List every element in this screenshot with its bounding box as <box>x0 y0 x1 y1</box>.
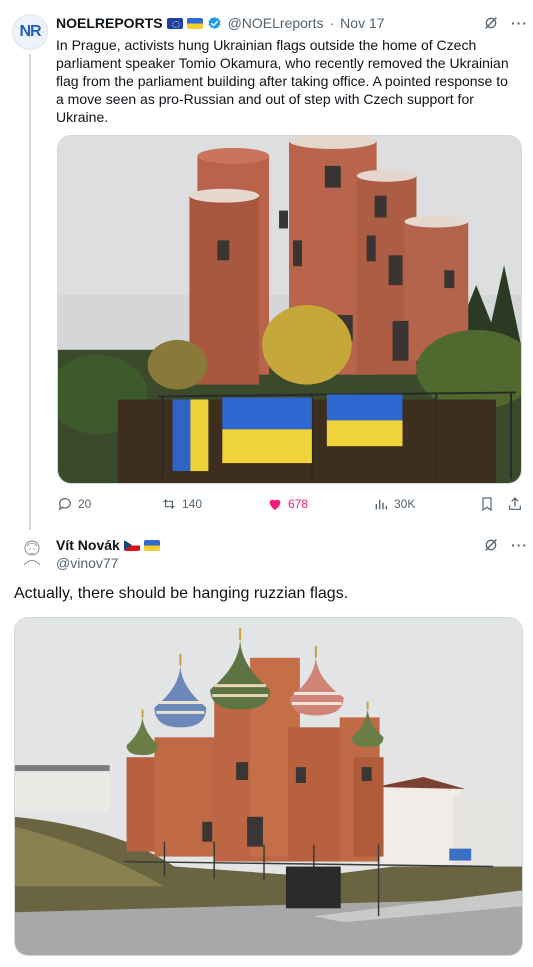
reply-button[interactable]: 20 <box>57 496 91 512</box>
reply-header: Vít Novák <box>56 536 160 554</box>
ukraine-flag-center <box>222 397 312 464</box>
photo-brick-house-with-ukrainian-flags-icon <box>58 136 521 483</box>
avatar[interactable]: NR <box>12 14 48 50</box>
views-button[interactable]: 30K <box>373 496 415 512</box>
views-count: 30K <box>394 497 416 511</box>
share-button[interactable] <box>507 496 523 512</box>
grok-icon[interactable] <box>483 15 499 31</box>
bookmark-icon <box>482 497 492 512</box>
reply-text: Actually, there should be hanging ruzzia… <box>14 585 349 602</box>
repost-button[interactable]: 140 <box>161 496 202 512</box>
avatar[interactable] <box>18 536 46 566</box>
avatar-text: NR <box>19 23 41 40</box>
like-button[interactable]: 678 <box>267 496 308 512</box>
repost-icon <box>163 499 175 509</box>
ukraine-flag-right <box>326 394 403 447</box>
separator: · <box>329 15 335 31</box>
grok-icon[interactable] <box>483 537 499 553</box>
heart-icon <box>269 499 281 510</box>
reply-header-actions: ··· <box>483 537 528 553</box>
reply-media-photo[interactable] <box>14 617 523 956</box>
eu-flag-icon <box>166 17 183 29</box>
tweet-header: NOELREPORTS @NOELreports · Nov 17 <box>56 14 385 32</box>
views-icon <box>375 500 387 510</box>
tweet-media-photo[interactable] <box>57 135 522 484</box>
tweet-actions-bar: 20 140 678 30K <box>57 496 527 516</box>
more-options-button[interactable]: ··· <box>511 15 528 31</box>
like-count: 678 <box>288 497 309 511</box>
display-name[interactable]: NOELREPORTS <box>56 15 163 31</box>
ukraine-flag-icon <box>143 539 160 551</box>
bookmark-button[interactable] <box>479 496 495 512</box>
photo-brick-house-with-onion-domes-icon <box>15 618 522 955</box>
handle[interactable]: @NOELreports <box>228 15 324 31</box>
share-icon <box>509 497 521 510</box>
ukraine-flag-icon <box>186 17 203 29</box>
thread-line <box>29 54 31 530</box>
more-options-button[interactable]: ··· <box>511 537 528 553</box>
reply-count: 20 <box>78 497 92 511</box>
czech-flag-icon <box>123 539 140 551</box>
tweet-text: In Prague, activists hung Ukrainian flag… <box>56 37 509 125</box>
verified-badge-icon <box>207 16 221 29</box>
reply-handle[interactable]: @vinov77 <box>56 555 118 571</box>
repost-count: 140 <box>182 497 203 511</box>
timestamp[interactable]: Nov 17 <box>340 15 384 31</box>
ukraine-flag-left <box>172 399 209 472</box>
reply-icon <box>58 498 71 511</box>
reply-display-name[interactable]: Vít Novák <box>56 537 120 553</box>
tweet-header-actions: ··· <box>483 15 528 31</box>
